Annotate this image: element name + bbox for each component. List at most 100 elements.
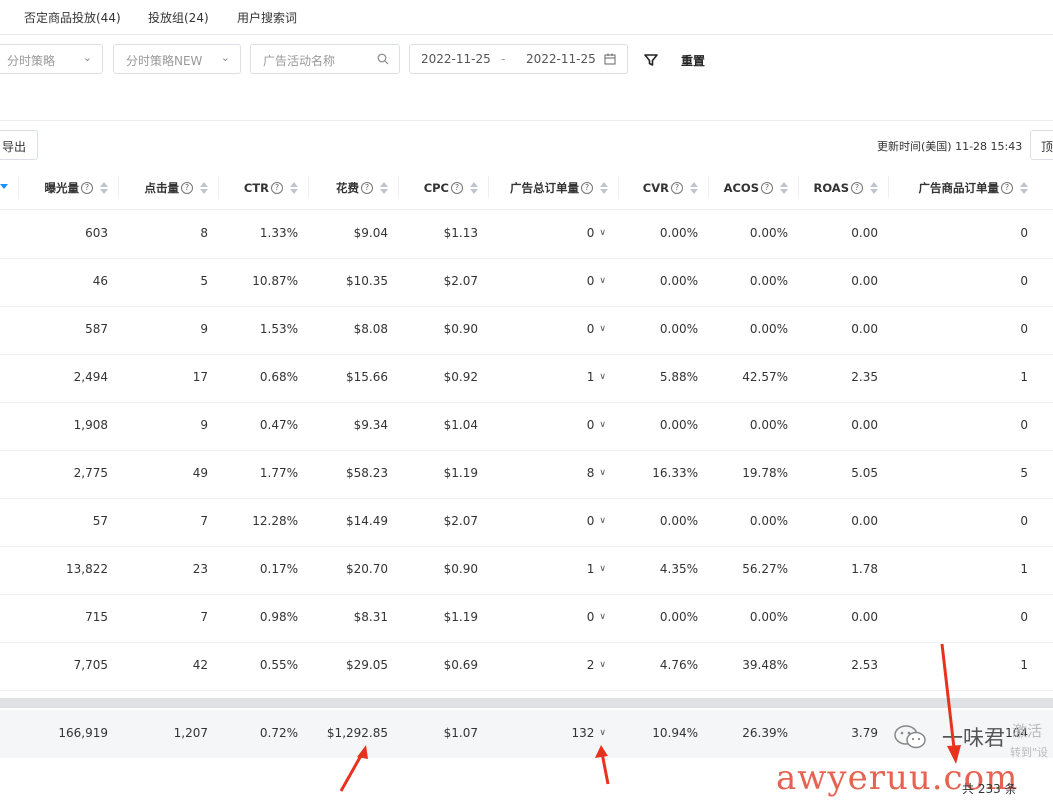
cell-impressions: 1,908 (73, 418, 108, 432)
cell-spend: $10.35 (346, 274, 388, 288)
cell-total-orders[interactable]: 0 ∨ (587, 610, 606, 624)
tab-negative-product-targeting[interactable]: 否定商品投放(44) (24, 9, 121, 26)
table-scroll-gap (0, 698, 1053, 708)
cell-total-orders[interactable]: 0 ∨ (587, 274, 606, 288)
export-button[interactable]: 导出 (0, 130, 38, 160)
total-ctr: 0.72% (259, 726, 298, 740)
tab-user-search-terms[interactable]: 用户搜索词 (237, 9, 297, 26)
chevron-down-icon[interactable]: ∨ (599, 660, 606, 670)
date-range-picker[interactable]: 2022-11-25 - 2022-11-25 (409, 44, 628, 74)
column-header-total-orders[interactable]: 广告总订单量? (488, 180, 608, 196)
cell-acos: 0.00% (749, 610, 788, 624)
cell-clicks: 49 (192, 466, 208, 480)
strategy-new-select-placeholder: 分时策略NEW (126, 54, 203, 68)
cell-value: 2 (586, 658, 595, 672)
sort-icon[interactable] (870, 181, 878, 195)
sort-icon[interactable] (470, 181, 478, 195)
tab-ad-groups[interactable]: 投放组(24) (148, 9, 209, 26)
cell-total-orders[interactable]: 1 ∨ (587, 562, 606, 576)
table-row: 7,705 42 0.55% $29.05 $0.69 2 ∨ 4.76% 39.48% 2.53… (0, 642, 1053, 691)
cell-cvr: 0.00% (659, 322, 698, 336)
column-header-cpc[interactable]: CPC? (398, 180, 478, 196)
cell-cvr: 0.00% (659, 418, 698, 432)
filter-icon[interactable] (642, 51, 660, 69)
cell-total-orders[interactable]: 2 ∨ (587, 658, 606, 672)
cell-roas: 2.35 (851, 370, 878, 384)
cell-impressions: 587 (85, 322, 108, 336)
cell-cvr: 0.00% (659, 274, 698, 288)
sort-icon[interactable] (200, 181, 208, 195)
cell-product-orders: 1 (1020, 658, 1028, 672)
sort-icon[interactable] (600, 181, 608, 195)
table-row: 2,775 49 1.77% $58.23 $1.19 8 ∨ 16.33% 19.78% 5.0… (0, 450, 1053, 499)
cell-cvr: 4.35% (659, 562, 698, 576)
cell-roas: 1.78 (851, 562, 878, 576)
chevron-down-icon[interactable]: ∨ (599, 728, 606, 738)
total-spend: $1,292.85 (326, 726, 388, 740)
chevron-down-icon[interactable]: ∨ (599, 324, 606, 334)
strategy-new-select[interactable]: 分时策略NEW ⌄ (113, 44, 241, 74)
chevron-down-icon[interactable]: ∨ (599, 468, 606, 478)
column-header-cvr[interactable]: CVR? (618, 180, 698, 196)
cell-ctr: 0.68% (259, 370, 298, 384)
cell-acos: 0.00% (749, 226, 788, 240)
top-button[interactable]: 顶 (1030, 130, 1053, 160)
chevron-down-icon[interactable]: ∨ (599, 372, 606, 382)
cell-ctr: 0.55% (259, 658, 298, 672)
cell-total-orders[interactable]: 0 ∨ (587, 322, 606, 336)
cell-total-orders[interactable]: 8 ∨ (587, 466, 606, 480)
campaign-name-input[interactable]: 广告活动名称 (250, 44, 400, 74)
strategy-select[interactable]: 分时策略 ⌄ (0, 44, 103, 74)
cell-roas: 0.00 (851, 418, 878, 432)
cell-total-orders[interactable]: 0 ∨ (587, 226, 606, 240)
column-header-impressions[interactable]: 曝光量? (20, 180, 108, 196)
cell-value: 0 (586, 322, 595, 336)
column-divider (18, 176, 19, 198)
column-label: 花费 (336, 181, 359, 195)
column-header-roas[interactable]: ROAS? (798, 180, 878, 196)
column-label: 曝光量 (44, 181, 80, 195)
column-divider (308, 176, 309, 198)
table-row: 13,822 23 0.17% $20.70 $0.90 1 ∨ 4.35% 56.27% 1.7… (0, 546, 1053, 595)
total-total-orders[interactable]: 132 ∨ (572, 726, 607, 740)
cell-roas: 0.00 (851, 226, 878, 240)
chevron-down-icon[interactable]: ∨ (599, 420, 606, 430)
column-label: 点击量 (144, 181, 180, 195)
column-header-spend[interactable]: 花费? (308, 180, 388, 196)
cell-cpc: $1.13 (443, 226, 478, 240)
column-header-ctr[interactable]: CTR? (218, 180, 298, 196)
sort-icon[interactable] (380, 181, 388, 195)
cell-cvr: 4.76% (659, 658, 698, 672)
cell-impressions: 46 (92, 274, 108, 288)
cell-cvr: 0.00% (659, 610, 698, 624)
cell-acos: 0.00% (749, 418, 788, 432)
sort-icon[interactable] (780, 181, 788, 195)
cell-roas: 0.00 (851, 322, 878, 336)
chevron-down-icon[interactable]: ∨ (599, 516, 606, 526)
sort-icon[interactable] (100, 181, 108, 195)
reset-button[interactable]: 重置 (681, 52, 705, 69)
column-header-product-orders[interactable]: 广告商品订单量? (888, 180, 1028, 196)
cell-total-orders[interactable]: 0 ∨ (587, 418, 606, 432)
cell-total-orders[interactable]: 0 ∨ (587, 514, 606, 528)
top-button-label: 顶 (1041, 140, 1053, 154)
cell-acos: 0.00% (749, 322, 788, 336)
help-icon: ? (761, 182, 773, 194)
column-label: CPC (423, 181, 449, 195)
calendar-icon (604, 53, 616, 65)
cell-total-orders[interactable]: 1 ∨ (587, 370, 606, 384)
column-header-clicks[interactable]: 点击量? (118, 180, 208, 196)
chevron-down-icon[interactable]: ∨ (599, 228, 606, 238)
sort-icon[interactable] (290, 181, 298, 195)
table-row: 46 5 10.87% $10.35 $2.07 0 ∨ 0.00% 0.00% 0.00 0 (0, 258, 1053, 307)
sort-icon[interactable] (1020, 181, 1028, 195)
sort-icon[interactable] (690, 181, 698, 195)
sort-desc-active-icon[interactable] (0, 184, 8, 189)
chevron-down-icon[interactable]: ∨ (599, 276, 606, 286)
cell-spend: $8.31 (353, 610, 388, 624)
cell-ctr: 1.33% (259, 226, 298, 240)
cell-cpc: $2.07 (443, 274, 478, 288)
column-header-acos[interactable]: ACOS? (708, 180, 788, 196)
chevron-down-icon[interactable]: ∨ (599, 564, 606, 574)
chevron-down-icon[interactable]: ∨ (599, 612, 606, 622)
